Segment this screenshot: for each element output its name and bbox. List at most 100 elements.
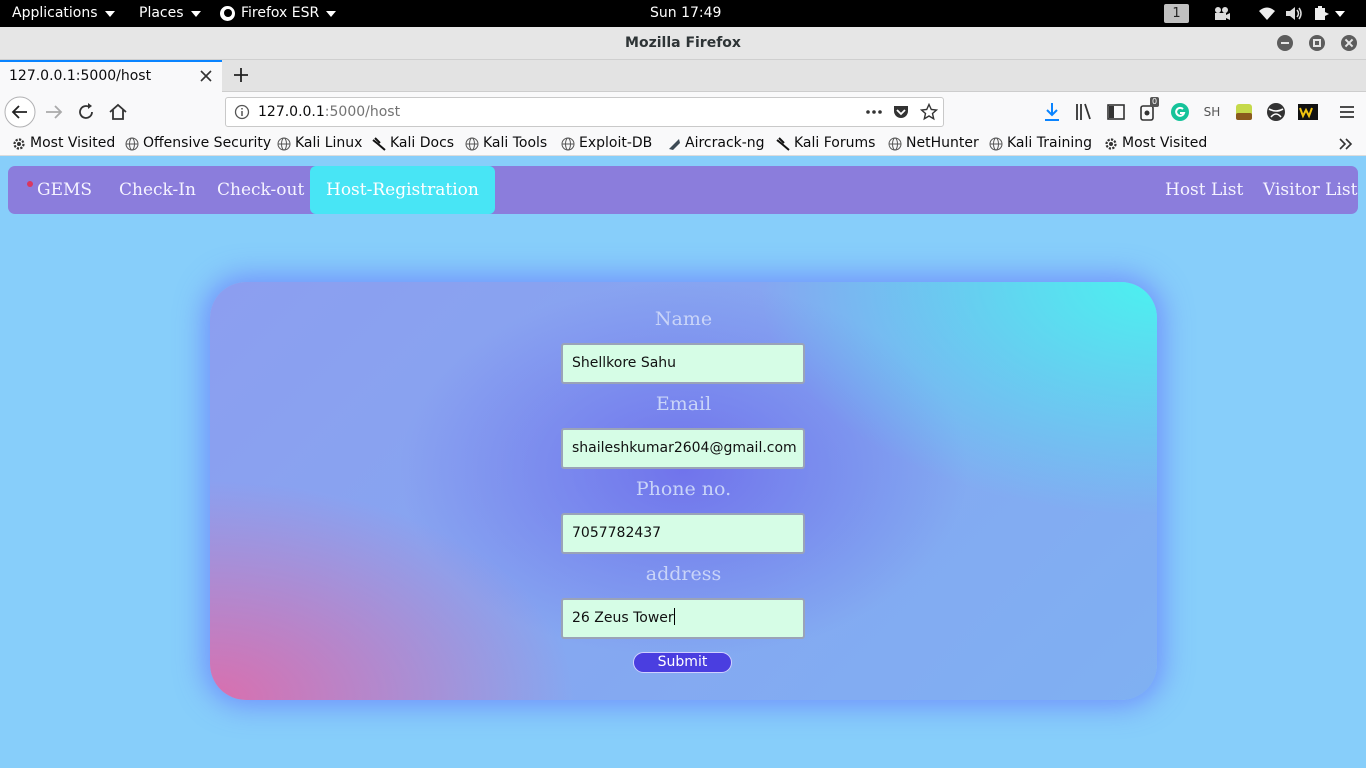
sh-extension-button[interactable]: SH [1199, 102, 1225, 122]
page-content: GEMS Check-In Check-out Host-Registratio… [0, 156, 1366, 768]
bookmark-label: Exploit-DB [579, 135, 653, 151]
url-text[interactable]: 127.0.0.1:5000/host [258, 98, 400, 126]
nav-host-list[interactable]: Host List [1165, 166, 1243, 214]
bookmark-kali-linux[interactable]: Kali Linux [277, 132, 362, 155]
chevron-double-right-icon[interactable] [1338, 137, 1354, 151]
globe-icon [465, 137, 479, 150]
bookmark-kali-training[interactable]: Kali Training [989, 132, 1092, 155]
hamburger-menu-icon[interactable] [1335, 100, 1359, 124]
forward-button[interactable] [42, 100, 66, 124]
chevron-down-icon [104, 10, 115, 17]
firefox-app-label: Firefox ESR [241, 5, 320, 21]
globe-icon [277, 137, 291, 150]
name-field[interactable]: Shellkore Sahu [561, 343, 805, 384]
bookmark-offensive-security[interactable]: Offensive Security [125, 132, 271, 155]
video-icon[interactable] [1213, 6, 1231, 21]
sidebar-icon[interactable] [1104, 100, 1128, 124]
brand-label: GEMS [37, 180, 93, 200]
places-menu[interactable]: Places [139, 0, 201, 27]
globe-icon [561, 137, 575, 150]
library-icon[interactable] [1072, 100, 1096, 124]
maximize-button[interactable] [1309, 35, 1325, 51]
url-host: 127.0.0.1 [258, 104, 325, 120]
email-label: Email [655, 393, 712, 415]
battery-icon[interactable] [1314, 6, 1330, 21]
bookmark-label: Kali Training [1007, 135, 1092, 151]
globe-icon [125, 137, 139, 150]
bookmark-kali-docs[interactable]: Kali Docs [372, 132, 454, 155]
applications-label: Applications [12, 5, 98, 21]
new-tab-button[interactable] [230, 64, 252, 86]
extension-badge-button[interactable]: 0 [1136, 97, 1162, 124]
url-path: :5000/host [324, 104, 401, 120]
page-actions-icon[interactable] [864, 104, 884, 120]
bookmark-kali-tools[interactable]: Kali Tools [465, 132, 547, 155]
address-value: 26 Zeus Tower [572, 610, 674, 626]
chevron-down-icon [190, 10, 201, 17]
address-label: address [645, 563, 722, 585]
downloads-icon[interactable] [1040, 100, 1064, 124]
tab-active[interactable]: 127.0.0.1:5000/host [0, 60, 222, 92]
volume-icon[interactable] [1285, 6, 1303, 21]
bookmark-most-visited[interactable]: Most Visited [12, 132, 115, 155]
places-label: Places [139, 5, 184, 21]
tab-title: 127.0.0.1:5000/host [9, 68, 152, 84]
bookmark-star-icon[interactable] [920, 103, 938, 121]
wifi-icon[interactable] [1258, 6, 1276, 21]
bookmark-label: Kali Forums [794, 135, 876, 151]
bookmark-nethunter[interactable]: NetHunter [888, 132, 979, 155]
nav-check-out[interactable]: Check-out [217, 166, 304, 214]
bookmark-label: Most Visited [30, 135, 116, 151]
brand-logo-icon [27, 181, 33, 187]
workspace-indicator[interactable]: 1 [1164, 4, 1189, 23]
home-button[interactable] [106, 100, 130, 124]
chevron-down-icon [326, 10, 337, 17]
bookmark-most-visited-2[interactable]: Most Visited [1104, 132, 1207, 155]
vpn-globe-icon[interactable] [1264, 100, 1288, 124]
globe-icon [989, 137, 1003, 150]
firefox-icon [220, 6, 235, 21]
kali-dragon-icon [776, 136, 790, 151]
name-label: Name [654, 308, 713, 330]
bookmark-kali-forums[interactable]: Kali Forums [776, 132, 875, 155]
gear-icon [1105, 137, 1117, 150]
extension-badge-count: 0 [1150, 97, 1160, 107]
close-icon[interactable] [198, 68, 214, 84]
clock[interactable]: Sun 17:49 [650, 0, 721, 27]
url-bar[interactable]: 127.0.0.1:5000/host [225, 97, 944, 127]
nav-visitor-list[interactable]: Visitor List [1263, 166, 1357, 214]
nav-check-in[interactable]: Check-In [119, 166, 196, 214]
tab-strip: 127.0.0.1:5000/host [0, 60, 1366, 92]
grammarly-icon[interactable] [1168, 100, 1192, 124]
kali-dragon-icon [372, 136, 386, 151]
close-window-button[interactable] [1341, 35, 1357, 51]
applications-menu[interactable]: Applications [12, 0, 115, 27]
aircrack-icon [669, 138, 680, 150]
bookmark-label: Kali Tools [483, 135, 548, 151]
pocket-icon[interactable] [892, 104, 910, 120]
window-titlebar: Mozilla Firefox [0, 27, 1366, 60]
top-panel: Applications Places Firefox ESR Sun 17:4… [0, 0, 1366, 27]
email-field[interactable]: shaileshkumar2604@gmail.com [561, 428, 805, 469]
system-menu-chevron-icon[interactable] [1335, 11, 1345, 17]
brand-link[interactable]: GEMS [27, 166, 92, 214]
bookmark-aircrack-ng[interactable]: Aircrack-ng [667, 132, 765, 155]
reload-button[interactable] [74, 100, 98, 124]
wappalyzer-icon[interactable] [1296, 100, 1320, 124]
bookmark-label: Aircrack-ng [685, 135, 765, 151]
bookmark-exploit-db[interactable]: Exploit-DB [561, 132, 652, 155]
window-title: Mozilla Firefox [625, 35, 741, 51]
nav-toolbar: 127.0.0.1:5000/host 0 SH [0, 92, 1366, 132]
minimize-button[interactable] [1277, 35, 1293, 51]
firefox-app-menu[interactable]: Firefox ESR [220, 0, 337, 27]
phone-field[interactable]: 7057782437 [561, 513, 805, 554]
gear-icon [13, 137, 25, 150]
back-button[interactable] [4, 96, 36, 128]
globe-icon [888, 137, 902, 150]
bookmark-label: Most Visited [1122, 135, 1208, 151]
submit-button[interactable]: Submit [633, 652, 732, 673]
cookie-extension-icon[interactable] [1232, 100, 1256, 124]
nav-host-registration[interactable]: Host-Registration [310, 166, 495, 214]
address-field[interactable]: 26 Zeus Tower [561, 598, 805, 639]
info-icon[interactable] [234, 104, 250, 120]
